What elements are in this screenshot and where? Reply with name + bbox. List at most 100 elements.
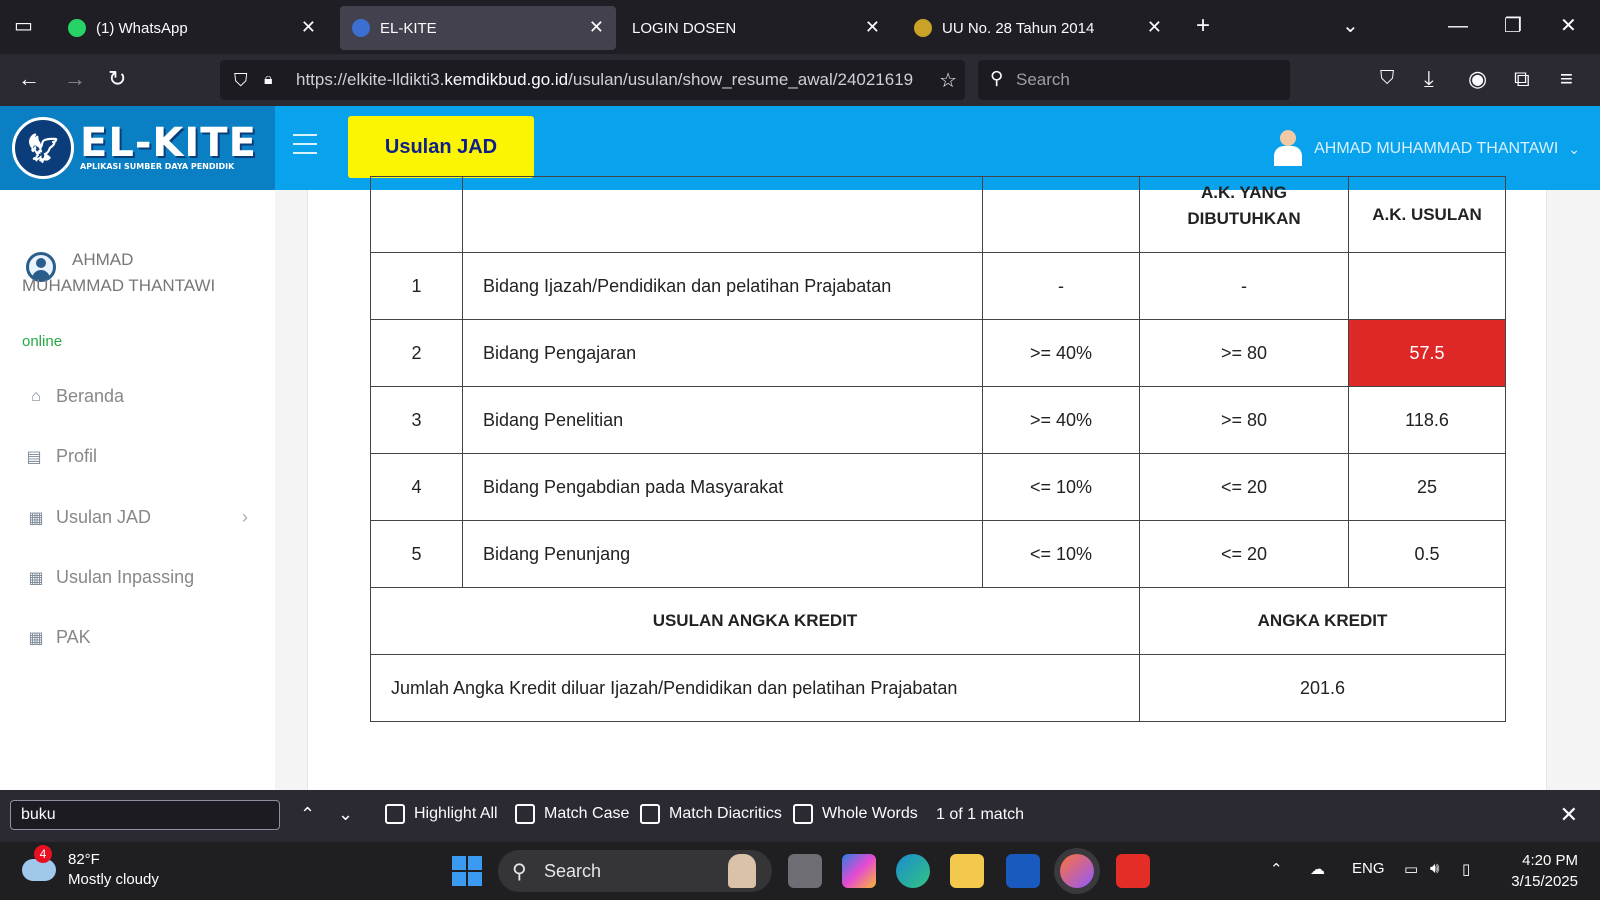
tab-label: UU No. 28 Tahun 2014 [942, 19, 1095, 37]
cloud-icon: 4 [22, 845, 56, 881]
back-icon[interactable]: ← [18, 66, 40, 92]
browser-tab-bar: ▭ (1) WhatsApp ✕ EL-KITE ✕ LOGIN DOSEN ✕… [0, 0, 1600, 54]
download-icon[interactable]: ⤓ [1424, 66, 1434, 92]
tab-overview-icon[interactable]: ▭ [14, 14, 33, 38]
reload-icon[interactable]: ↻ [108, 66, 126, 92]
close-tab-icon[interactable]: ✕ [1147, 18, 1162, 36]
sidebar-item-beranda[interactable]: ⌂ Beranda [26, 386, 124, 407]
edge-icon[interactable] [896, 854, 930, 888]
grid-icon: ▦ [28, 569, 44, 587]
find-previous-icon[interactable]: ⌃ [300, 804, 315, 824]
notification-badge: 4 [34, 845, 52, 863]
online-status: online [22, 333, 63, 350]
sidebar-item-label: Usulan JAD [56, 507, 152, 527]
pocket-icon[interactable]: ⛉ [1380, 66, 1394, 92]
new-tab-icon[interactable]: + [1196, 14, 1210, 38]
close-tab-icon[interactable]: ✕ [865, 18, 880, 36]
battery-icon[interactable]: ▯ [1462, 860, 1470, 878]
id-card-icon: ▤ [26, 448, 42, 466]
find-next-icon[interactable]: ⌄ [338, 804, 353, 824]
url-prefix: https://elkite-lldikti3. [296, 70, 445, 89]
usulan-jad-button[interactable]: Usulan JAD [348, 116, 534, 178]
find-status: 1 of 1 match [936, 806, 1025, 823]
row-usulan: 25 [1348, 453, 1506, 521]
system-clock[interactable]: 4:20 PM 3/15/2025 [1511, 850, 1578, 892]
start-button[interactable] [452, 856, 482, 886]
table-row: 4 Bidang Pengabdian pada Masyarakat <= 1… [370, 453, 1506, 521]
checkbox-label: Highlight All [414, 805, 498, 822]
language-indicator[interactable]: ENG [1352, 860, 1385, 877]
whole-words-checkbox[interactable]: Whole Words [793, 804, 918, 824]
grid-icon: ▦ [28, 509, 44, 527]
taskbar-search-label: Search [544, 860, 602, 881]
row-dibutuhkan: - [1139, 252, 1349, 320]
pdf-reader-icon[interactable] [1116, 854, 1150, 888]
row-number: 2 [370, 319, 463, 387]
summary-label: Jumlah Angka Kredit diluar Ijazah/Pendid… [370, 654, 1140, 722]
task-view-icon[interactable] [788, 854, 822, 888]
summary-row: Jumlah Angka Kredit diluar Ijazah/Pendid… [370, 654, 1506, 722]
show-hidden-icons-icon[interactable]: ⌃ [1270, 860, 1283, 878]
sidebar-item-pak[interactable]: ▦ PAK [26, 627, 90, 648]
restore-icon[interactable]: ❐ [1504, 14, 1522, 38]
window-close-icon[interactable]: ✕ [1560, 14, 1577, 38]
chevron-right-icon: › [242, 507, 248, 527]
match-case-checkbox[interactable]: Match Case [515, 804, 629, 824]
tab-uu-28[interactable]: UU No. 28 Tahun 2014 ✕ [902, 6, 1174, 50]
sidebar-item-usulan-inpassing[interactable]: ▦ Usulan Inpassing [26, 567, 194, 588]
table-header-row: A.K. YANG DIBUTUHKAN A.K. USULAN [370, 176, 1506, 253]
url-bar[interactable]: ⛉ 🔒︎ https://elkite-lldikti3. kemdikbud.g… [220, 60, 965, 100]
onedrive-icon[interactable]: ☁︎ [1310, 860, 1325, 878]
home-icon: ⌂ [31, 387, 41, 405]
windows-taskbar: 4 82°F Mostly cloudy ⚲ Search ⌃ ☁︎ ENG ▭… [0, 842, 1600, 900]
search-placeholder: Search [1016, 70, 1070, 89]
sidebar-item-profil[interactable]: ▤ Profil [22, 446, 97, 467]
search-input[interactable]: ⚲ Search [978, 60, 1290, 100]
close-tab-icon[interactable]: ✕ [301, 18, 316, 36]
user-menu[interactable]: AHMAD MUHAMMAD THANTAWI ⌄ [1272, 130, 1580, 168]
tab-login-dosen[interactable]: LOGIN DOSEN ✕ [620, 6, 892, 50]
elkite-logo[interactable]: 🦅︎ EL-KITE APLIKASI SUMBER DAYA PENDIDIK [0, 106, 275, 190]
close-tab-icon[interactable]: ✕ [589, 18, 604, 36]
temperature: 82°F [68, 851, 100, 868]
volume-icon[interactable]: 🔊︎ [1430, 860, 1439, 877]
find-input[interactable]: buku [10, 800, 280, 830]
match-diacritics-checkbox[interactable]: Match Diacritics [640, 804, 782, 824]
word-icon[interactable] [1006, 854, 1040, 888]
lock-icon[interactable]: 🔒︎ [264, 71, 273, 89]
highlight-all-checkbox[interactable]: Highlight All [385, 804, 498, 824]
close-find-bar-icon[interactable]: ✕ [1560, 802, 1578, 828]
file-explorer-icon[interactable] [950, 854, 984, 888]
forward-icon[interactable]: → [64, 66, 86, 92]
tab-label: LOGIN DOSEN [632, 19, 737, 37]
row-number: 4 [370, 453, 463, 521]
row-persen: >= 40% [982, 319, 1140, 387]
bookmark-star-icon[interactable]: ☆ [933, 68, 957, 93]
sidebar-toggle-icon[interactable] [293, 134, 317, 154]
firefox-icon[interactable] [1060, 854, 1094, 888]
url-path: /usulan/usulan/show_resume_awal/24021619 [568, 70, 914, 89]
extensions-icon[interactable]: ⧉ [1514, 66, 1530, 92]
list-tabs-chevron-icon[interactable]: ⌄ [1342, 14, 1359, 38]
row-dibutuhkan: >= 80 [1139, 386, 1349, 454]
sidebar: AHMAD MUHAMMAD THANTAWI online ⌂ Beranda… [0, 190, 275, 790]
network-icon[interactable]: ▭ [1404, 860, 1418, 878]
minimize-icon[interactable]: — [1448, 14, 1468, 38]
row-persen: <= 10% [982, 520, 1140, 588]
row-bidang: Bidang Penelitian [462, 386, 983, 454]
find-bar: buku ⌃ ⌄ Highlight All Match Case Match … [0, 790, 1600, 842]
table-row: 1 Bidang Ijazah/Pendidikan dan pelatihan… [370, 252, 1506, 320]
row-bidang: Bidang Penunjang [462, 520, 983, 588]
menu-icon[interactable]: ≡ [1560, 66, 1573, 92]
clock-time: 4:20 PM [1522, 852, 1578, 869]
copilot-icon[interactable] [842, 854, 876, 888]
shield-icon[interactable]: ⛉ [234, 70, 248, 91]
tab-whatsapp[interactable]: (1) WhatsApp ✕ [56, 6, 328, 50]
taskbar-search[interactable]: ⚲ Search [498, 850, 772, 892]
account-icon[interactable]: ◉ [1468, 66, 1487, 92]
sidebar-item-usulan-jad[interactable]: ▦ Usulan JAD › [26, 507, 248, 528]
weather-widget[interactable]: 4 82°F Mostly cloudy [22, 845, 159, 890]
summary-header-right: ANGKA KREDIT [1139, 587, 1506, 655]
url-domain: kemdikbud.go.id [444, 70, 569, 89]
tab-elkite[interactable]: EL-KITE ✕ [340, 6, 616, 50]
